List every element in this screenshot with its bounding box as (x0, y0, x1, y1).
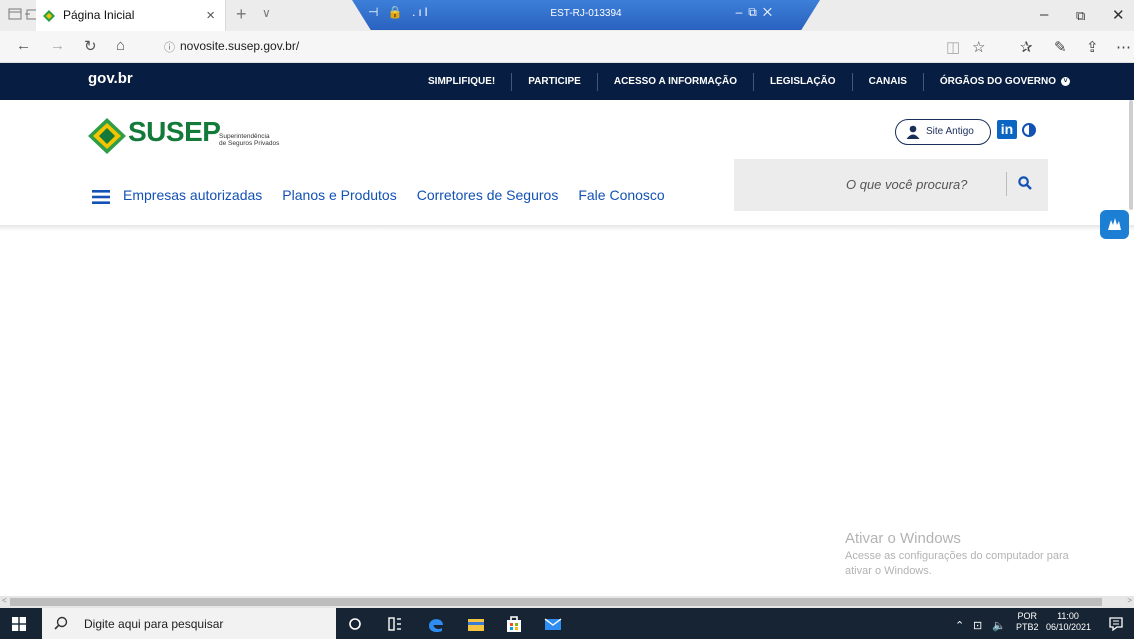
vlibras-accessibility-icon[interactable] (1100, 210, 1129, 239)
back-icon[interactable]: ← (16, 37, 31, 54)
edge-browser-icon[interactable] (426, 614, 446, 634)
browser-tab-bar: Página Inicial × + ∨ ⊣ 🔒 .ıl EST-RJ-0133… (0, 0, 1134, 31)
susep-subtitle-line-1: Superintendência (219, 133, 270, 140)
scroll-left-icon[interactable]: < (2, 596, 7, 605)
site-search-box[interactable]: O que você procura? (734, 159, 1048, 211)
mail-icon[interactable] (543, 614, 563, 634)
tray-chevron-up-icon[interactable]: ⌃ (955, 619, 964, 632)
nav-planos-e-produtos[interactable]: Planos e Produtos (282, 187, 396, 203)
close-window-icon[interactable]: ✕ (1112, 6, 1125, 24)
site-antigo-label: Site Antigo (926, 126, 974, 137)
susep-logo-text[interactable]: SUSEP (128, 116, 221, 148)
gov-br-logo[interactable]: gov.br (88, 70, 133, 87)
remote-session-bar: ⊣ 🔒 .ıl EST-RJ-013394 –⧉✕ (352, 0, 820, 30)
tab-title: Página Inicial (63, 8, 135, 22)
vertical-scrollbar[interactable] (1129, 100, 1133, 210)
tab-close-icon[interactable]: × (206, 7, 215, 24)
input-language-indicator[interactable]: POR PTB2 (1016, 611, 1039, 633)
network-icon[interactable]: ⊡ (973, 619, 982, 632)
watermark-title: Ativar o Windows (845, 530, 961, 547)
minimize-icon[interactable]: – (1040, 6, 1048, 23)
clock-date: 06/10/2021 (1046, 622, 1092, 632)
more-options-icon[interactable]: ⋯ (1116, 38, 1131, 56)
keyboard-layout: PTB2 (1016, 622, 1039, 632)
remote-window-controls-icon[interactable]: –⧉✕ (736, 5, 778, 20)
main-nav: Empresas autorizadas Planos e Produtos C… (123, 187, 685, 203)
language-code: POR (1017, 611, 1038, 621)
susep-subtitle: Superintendência de Seguros Privados (219, 133, 279, 147)
horizontal-scrollbar[interactable]: < > (0, 596, 1134, 608)
task-view-icon[interactable] (385, 614, 405, 634)
gov-link-acesso-informacao[interactable]: ACESSO A INFORMAÇÃO (596, 72, 753, 91)
taskbar-search-placeholder[interactable]: Digite aqui para pesquisar (84, 617, 223, 631)
activate-windows-watermark: Ativar o Windows Acesse as configurações… (845, 530, 1069, 579)
horizontal-scroll-thumb[interactable] (10, 598, 1102, 606)
search-divider (1006, 172, 1007, 196)
pen-notes-icon[interactable]: ✎ (1054, 38, 1067, 56)
tab-list-chevron-icon[interactable]: ∨ (262, 6, 271, 20)
search-icon[interactable] (1018, 176, 1032, 190)
windows-taskbar: Digite aqui para pesquisar ⌃ ⊡ 🔈 POR PTB… (0, 608, 1134, 639)
watermark-line-2: ativar o Windows. (845, 565, 932, 577)
refresh-icon[interactable]: ↻ (84, 37, 97, 55)
notifications-icon[interactable] (1108, 616, 1124, 632)
cortana-icon[interactable] (345, 614, 365, 634)
restore-icon[interactable]: ⧉ (1076, 8, 1085, 24)
home-icon[interactable]: ⌂ (116, 37, 125, 54)
nav-fale-conosco[interactable]: Fale Conosco (578, 187, 664, 203)
scroll-right-icon[interactable]: > (1127, 596, 1132, 605)
gov-link-orgaos-governo[interactable]: ÓRGÃOS DO GOVERNO ˅ (922, 72, 1086, 91)
nav-corretores-de-seguros[interactable]: Corretores de Seguros (417, 187, 559, 203)
user-icon (905, 125, 921, 139)
susep-favicon-icon (42, 9, 56, 23)
file-explorer-icon[interactable] (466, 614, 486, 634)
gov-link-legislacao[interactable]: LEGISLAÇÃO (753, 72, 852, 91)
favorite-star-icon[interactable]: ☆ (972, 38, 985, 56)
site-info-icon[interactable]: ⓘ (164, 39, 175, 55)
susep-subtitle-line-2: de Seguros Privados (219, 140, 280, 147)
store-icon[interactable] (504, 614, 524, 634)
active-tab[interactable]: Página Inicial × (36, 0, 226, 31)
gov-link-participe[interactable]: PARTICIPE (511, 72, 597, 91)
search-placeholder[interactable]: O que você procura? (846, 177, 967, 192)
clock-time: 11:00 (1057, 611, 1079, 621)
tab-preview-icon[interactable] (8, 7, 24, 23)
chevron-down-icon: ˅ (1061, 77, 1071, 86)
gov-br-links: SIMPLIFIQUE! PARTICIPE ACESSO A INFORMAÇ… (412, 63, 1086, 100)
nav-empresas-autorizadas[interactable]: Empresas autorizadas (123, 187, 262, 203)
address-bar-row: ← → ↻ ⌂ ⓘ novosite.susep.gov.br/ ◫ ☆ ✰ ✎… (0, 31, 1134, 63)
favorites-hub-icon[interactable]: ✰ (1020, 38, 1033, 56)
taskbar-clock[interactable]: 11:00 06/10/2021 (1046, 611, 1092, 633)
gov-link-simplifique[interactable]: SIMPLIFIQUE! (412, 73, 511, 91)
susep-logo-mark[interactable] (88, 118, 126, 154)
contrast-icon[interactable] (1022, 123, 1036, 137)
site-antigo-button[interactable]: Site Antigo (895, 119, 991, 145)
forward-icon[interactable]: → (50, 37, 65, 54)
header-divider (0, 225, 1134, 231)
gov-br-bar: gov.br SIMPLIFIQUE! PARTICIPE ACESSO A I… (0, 63, 1134, 100)
gov-link-canais[interactable]: CANAIS (851, 72, 923, 91)
gov-link-orgaos-label: ÓRGÃOS DO GOVERNO (939, 75, 1057, 87)
address-field[interactable]: ⓘ novosite.susep.gov.br/ (156, 35, 946, 59)
search-icon (54, 616, 68, 630)
share-icon[interactable]: ⇪ (1086, 38, 1099, 56)
reading-view-icon[interactable]: ◫ (946, 38, 960, 56)
volume-icon[interactable]: 🔈 (992, 619, 1006, 632)
linkedin-icon[interactable]: in (997, 120, 1017, 139)
watermark-line-1: Acesse as configurações do computador pa… (845, 550, 1069, 562)
windows-start-icon[interactable] (12, 617, 26, 631)
url-text[interactable]: novosite.susep.gov.br/ (180, 39, 299, 53)
new-tab-icon[interactable]: + (236, 4, 247, 25)
taskbar-search-box[interactable]: Digite aqui para pesquisar (42, 608, 336, 639)
hamburger-menu-icon[interactable] (92, 190, 110, 204)
